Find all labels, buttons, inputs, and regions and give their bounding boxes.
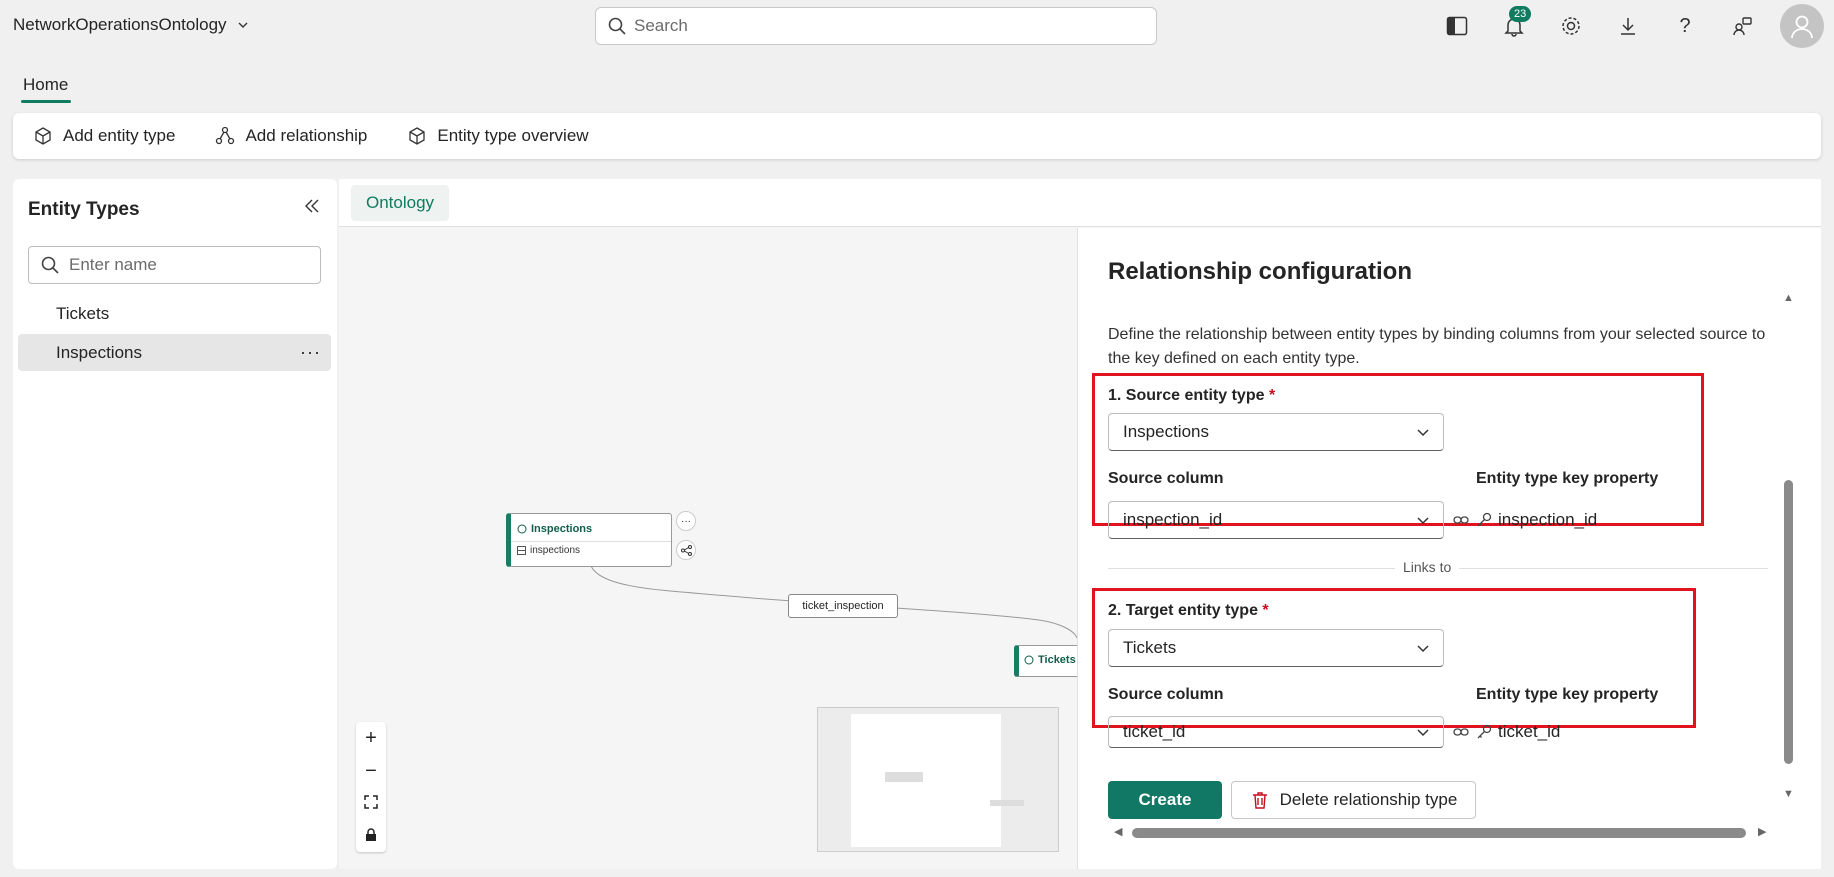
target-entity-label: 2. Target entity type * xyxy=(1108,602,1269,619)
share-people-icon[interactable] xyxy=(1728,12,1756,40)
zoom-controls: + − xyxy=(356,722,386,852)
chevron-down-icon xyxy=(1417,729,1429,737)
help-icon[interactable]: ? xyxy=(1671,12,1699,40)
add-entity-type-button[interactable]: Add entity type xyxy=(33,126,175,146)
zoom-out-button[interactable]: − xyxy=(365,761,377,781)
source-entity-label: 1. Source entity type * xyxy=(1108,387,1276,404)
tab-ontology[interactable]: Ontology xyxy=(351,185,450,221)
node-source: inspections xyxy=(511,542,671,556)
relationship-label[interactable]: ticket_inspection xyxy=(788,594,898,618)
user-icon xyxy=(1791,15,1813,39)
entity-item-inspections[interactable]: Inspections ··· xyxy=(18,334,331,371)
entity-search-input[interactable]: Enter name xyxy=(28,246,321,284)
collapse-icon[interactable] xyxy=(303,197,321,220)
global-search[interactable]: Search xyxy=(595,7,1157,45)
cube-icon xyxy=(409,127,426,145)
chevron-down-icon xyxy=(1417,517,1429,525)
target-entity-dropdown[interactable]: Tickets xyxy=(1108,629,1444,667)
tab-home-indicator xyxy=(21,100,71,103)
node-share-icon[interactable] xyxy=(676,540,696,560)
entity-types-panel: Entity Types Enter name Tickets Inspecti… xyxy=(13,179,337,869)
more-options-icon[interactable]: ··· xyxy=(300,342,321,363)
entity-item-tickets[interactable]: Tickets xyxy=(18,295,331,332)
links-to-label: Links to xyxy=(1395,559,1460,575)
delete-relationship-button[interactable]: Delete relationship type xyxy=(1231,781,1476,819)
entity-icon xyxy=(517,524,527,534)
target-column-label: Source column xyxy=(1108,686,1224,703)
tab-home[interactable]: Home xyxy=(23,75,68,95)
add-relationship-label: Add relationship xyxy=(245,126,368,145)
minimap-node xyxy=(990,800,1024,806)
node-title: Tickets xyxy=(1019,646,1083,666)
ontology-workspace: Ontology Inspections inspections ··· Tic… xyxy=(339,179,1821,869)
create-button[interactable]: Create xyxy=(1108,781,1222,819)
source-key-label: Entity type key property xyxy=(1476,470,1659,487)
node-more-icon[interactable]: ··· xyxy=(676,511,696,531)
workspace-selector[interactable]: NetworkOperationsOntology xyxy=(13,15,249,35)
scroll-down-icon[interactable]: ▼ xyxy=(1783,788,1794,800)
gear-icon[interactable] xyxy=(1557,12,1585,40)
vertical-scroll-thumb[interactable] xyxy=(1784,480,1793,764)
link-icon xyxy=(1453,728,1469,736)
download-icon[interactable] xyxy=(1614,12,1642,40)
source-column-label: Source column xyxy=(1108,470,1224,487)
scroll-left-icon[interactable]: ◀ xyxy=(1114,825,1122,838)
lock-icon[interactable] xyxy=(364,826,378,846)
ribbon-toolbar: Add entity type Add relationship Entity … xyxy=(13,113,1821,159)
target-key-label: Entity type key property xyxy=(1476,686,1659,703)
search-icon xyxy=(41,256,59,274)
config-description: Define the relationship between entity t… xyxy=(1108,326,1766,367)
horizontal-scroll-thumb[interactable] xyxy=(1132,828,1746,838)
target-column-dropdown[interactable]: ticket_id xyxy=(1108,716,1444,748)
cube-icon xyxy=(35,127,51,145)
node-tickets[interactable]: Tickets xyxy=(1014,645,1084,677)
node-inspections[interactable]: Inspections inspections xyxy=(506,513,672,567)
key-icon xyxy=(1477,724,1492,739)
search-placeholder: Search xyxy=(634,16,688,35)
app-title: NetworkOperationsOntology xyxy=(13,15,227,34)
source-entity-dropdown[interactable]: Inspections xyxy=(1108,413,1444,451)
key-icon xyxy=(1477,512,1492,527)
entity-item-label: Tickets xyxy=(56,303,110,323)
panel-toggle-icon[interactable] xyxy=(1443,12,1471,40)
entity-type-overview-label: Entity type overview xyxy=(437,126,589,145)
top-bar: NetworkOperationsOntology Search 23 ? xyxy=(0,0,1834,54)
entity-item-label: Inspections xyxy=(56,342,142,362)
notification-badge: 23 xyxy=(1509,6,1532,22)
minimap[interactable] xyxy=(817,707,1059,852)
chevron-down-icon xyxy=(238,22,248,28)
entity-types-title: Entity Types xyxy=(28,199,140,220)
entity-icon xyxy=(1024,655,1034,665)
fit-view-icon[interactable] xyxy=(364,793,378,813)
add-relationship-button[interactable]: Add relationship xyxy=(215,126,367,146)
avatar[interactable] xyxy=(1780,4,1824,48)
tab-strip: Ontology xyxy=(339,179,1821,227)
ontology-canvas[interactable]: Inspections inspections ··· Tickets tick… xyxy=(339,228,1084,869)
node-title: Inspections xyxy=(511,514,671,535)
relationship-config-panel: Relationship configuration Define the re… xyxy=(1077,228,1821,869)
target-key-value: ticket_id xyxy=(1476,722,1560,742)
search-icon xyxy=(608,17,626,35)
entity-search-placeholder: Enter name xyxy=(69,255,157,274)
add-entity-type-label: Add entity type xyxy=(63,126,176,145)
scroll-up-icon[interactable]: ▲ xyxy=(1783,292,1794,304)
chevron-down-icon xyxy=(1417,429,1429,437)
table-icon xyxy=(517,546,526,555)
link-icon xyxy=(1453,516,1469,524)
horizontal-scrollbar[interactable]: ◀ ▶ xyxy=(1108,825,1778,839)
trash-icon xyxy=(1252,792,1267,809)
scroll-right-icon[interactable]: ▶ xyxy=(1758,825,1766,838)
config-title: Relationship configuration xyxy=(1108,258,1412,285)
entity-type-overview-button[interactable]: Entity type overview xyxy=(407,126,589,146)
vertical-scrollbar[interactable]: ▲ ▼ xyxy=(1781,292,1795,804)
source-column-dropdown[interactable]: inspection_id xyxy=(1108,501,1444,539)
minimap-viewport xyxy=(851,714,1001,847)
chevron-down-icon xyxy=(1417,645,1429,653)
zoom-in-button[interactable]: + xyxy=(365,728,377,748)
relationship-icon xyxy=(216,126,235,145)
source-key-value: inspection_id xyxy=(1476,510,1597,530)
minimap-node xyxy=(885,772,923,782)
